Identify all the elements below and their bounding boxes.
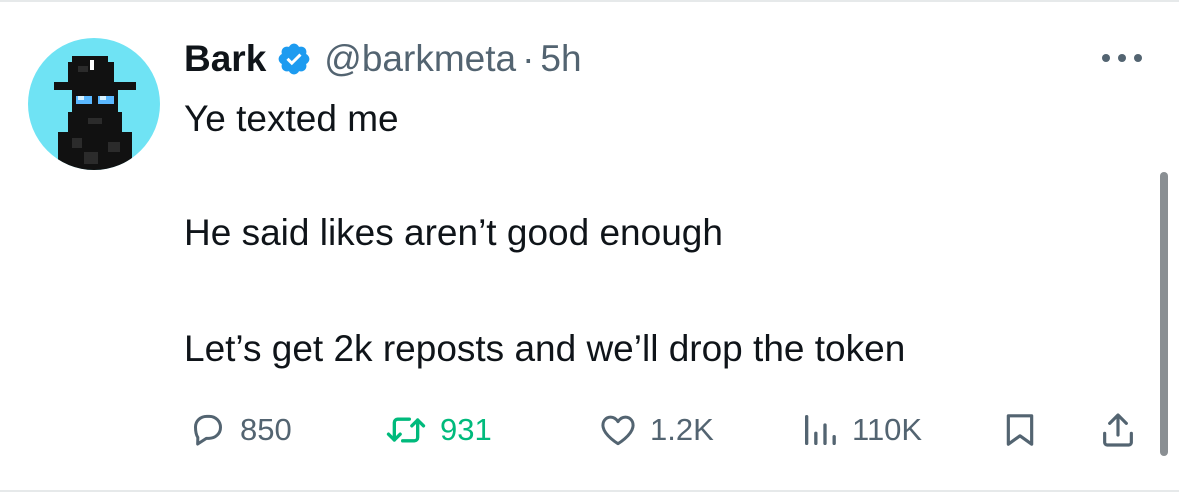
share-button[interactable] <box>1098 400 1138 460</box>
share-icon <box>1098 410 1138 450</box>
top-divider <box>0 0 1179 2</box>
tweet-text-line: Ye texted me <box>184 98 399 139</box>
tweet-action-bar: 850 931 1.2K 110K <box>0 400 1179 460</box>
reply-bubble-icon <box>188 410 228 450</box>
avatar[interactable] <box>28 38 160 170</box>
author-handle[interactable]: @barkmeta <box>324 38 516 80</box>
reply-count: 850 <box>240 412 292 447</box>
pixel-avatar-image <box>54 56 136 170</box>
repost-button[interactable]: 931 <box>384 400 492 460</box>
repost-count: 931 <box>440 412 492 447</box>
verified-badge-icon <box>276 41 312 77</box>
tweet-text-line: He said likes aren’t good enough <box>184 212 723 253</box>
views-bars-icon <box>800 410 840 450</box>
more-dots-icon[interactable] <box>1098 48 1146 68</box>
tweet-text-line: Let’s get 2k reposts and we’ll drop the … <box>184 328 906 369</box>
like-button[interactable]: 1.2K <box>598 400 714 460</box>
scrollbar[interactable] <box>1160 172 1168 456</box>
tweet-timestamp[interactable]: 5h <box>540 38 581 80</box>
author-display-name[interactable]: Bark <box>184 38 266 80</box>
views-count: 110K <box>852 412 923 447</box>
reply-button[interactable]: 850 <box>188 400 292 460</box>
repost-arrows-icon <box>384 410 428 450</box>
tweet-header: Bark @barkmeta · 5h <box>184 34 582 84</box>
bookmark-icon <box>1000 410 1040 450</box>
bookmark-button[interactable] <box>1000 400 1040 460</box>
bottom-divider <box>0 490 1179 492</box>
views-button[interactable]: 110K <box>800 400 922 460</box>
heart-icon <box>598 410 638 450</box>
like-count: 1.2K <box>650 412 714 447</box>
header-separator: · <box>522 38 535 79</box>
